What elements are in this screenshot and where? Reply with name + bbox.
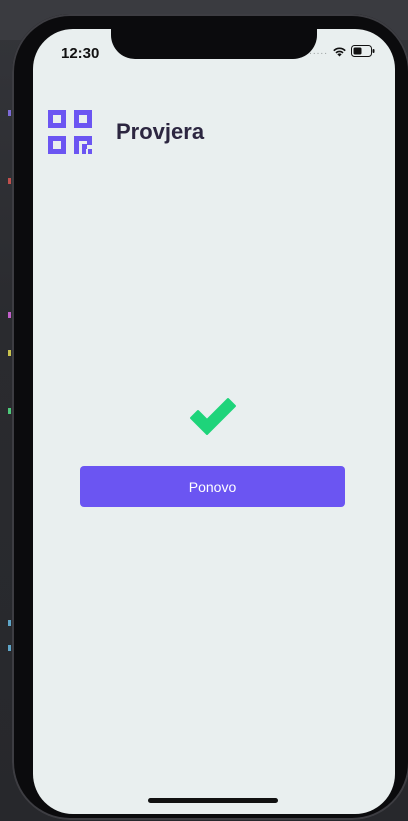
signal-icon: ..... <box>309 45 328 57</box>
notch <box>111 29 317 59</box>
retry-button[interactable]: Ponovo <box>80 466 345 507</box>
phone-screen: 12:30 ..... Provjera Ponovo <box>33 29 395 814</box>
phone-frame: 12:30 ..... Provjera Ponovo <box>12 14 408 820</box>
check-icon <box>187 396 239 443</box>
wifi-icon <box>332 46 347 57</box>
status-time: 12:30 <box>61 45 100 62</box>
editor-gutter-mark <box>8 408 11 414</box>
app-header: Provjera <box>46 108 204 156</box>
editor-gutter-mark <box>8 350 11 356</box>
editor-gutter-mark <box>8 178 11 184</box>
editor-gutter-mark <box>8 645 11 651</box>
page-title: Provjera <box>116 119 205 144</box>
editor-gutter-mark <box>8 110 11 116</box>
editor-gutter-mark <box>8 620 11 626</box>
battery-icon <box>351 45 375 57</box>
qr-code-icon <box>46 108 94 156</box>
status-indicators: ..... <box>309 45 375 57</box>
editor-gutter-mark <box>8 312 11 318</box>
home-indicator[interactable] <box>148 798 278 803</box>
